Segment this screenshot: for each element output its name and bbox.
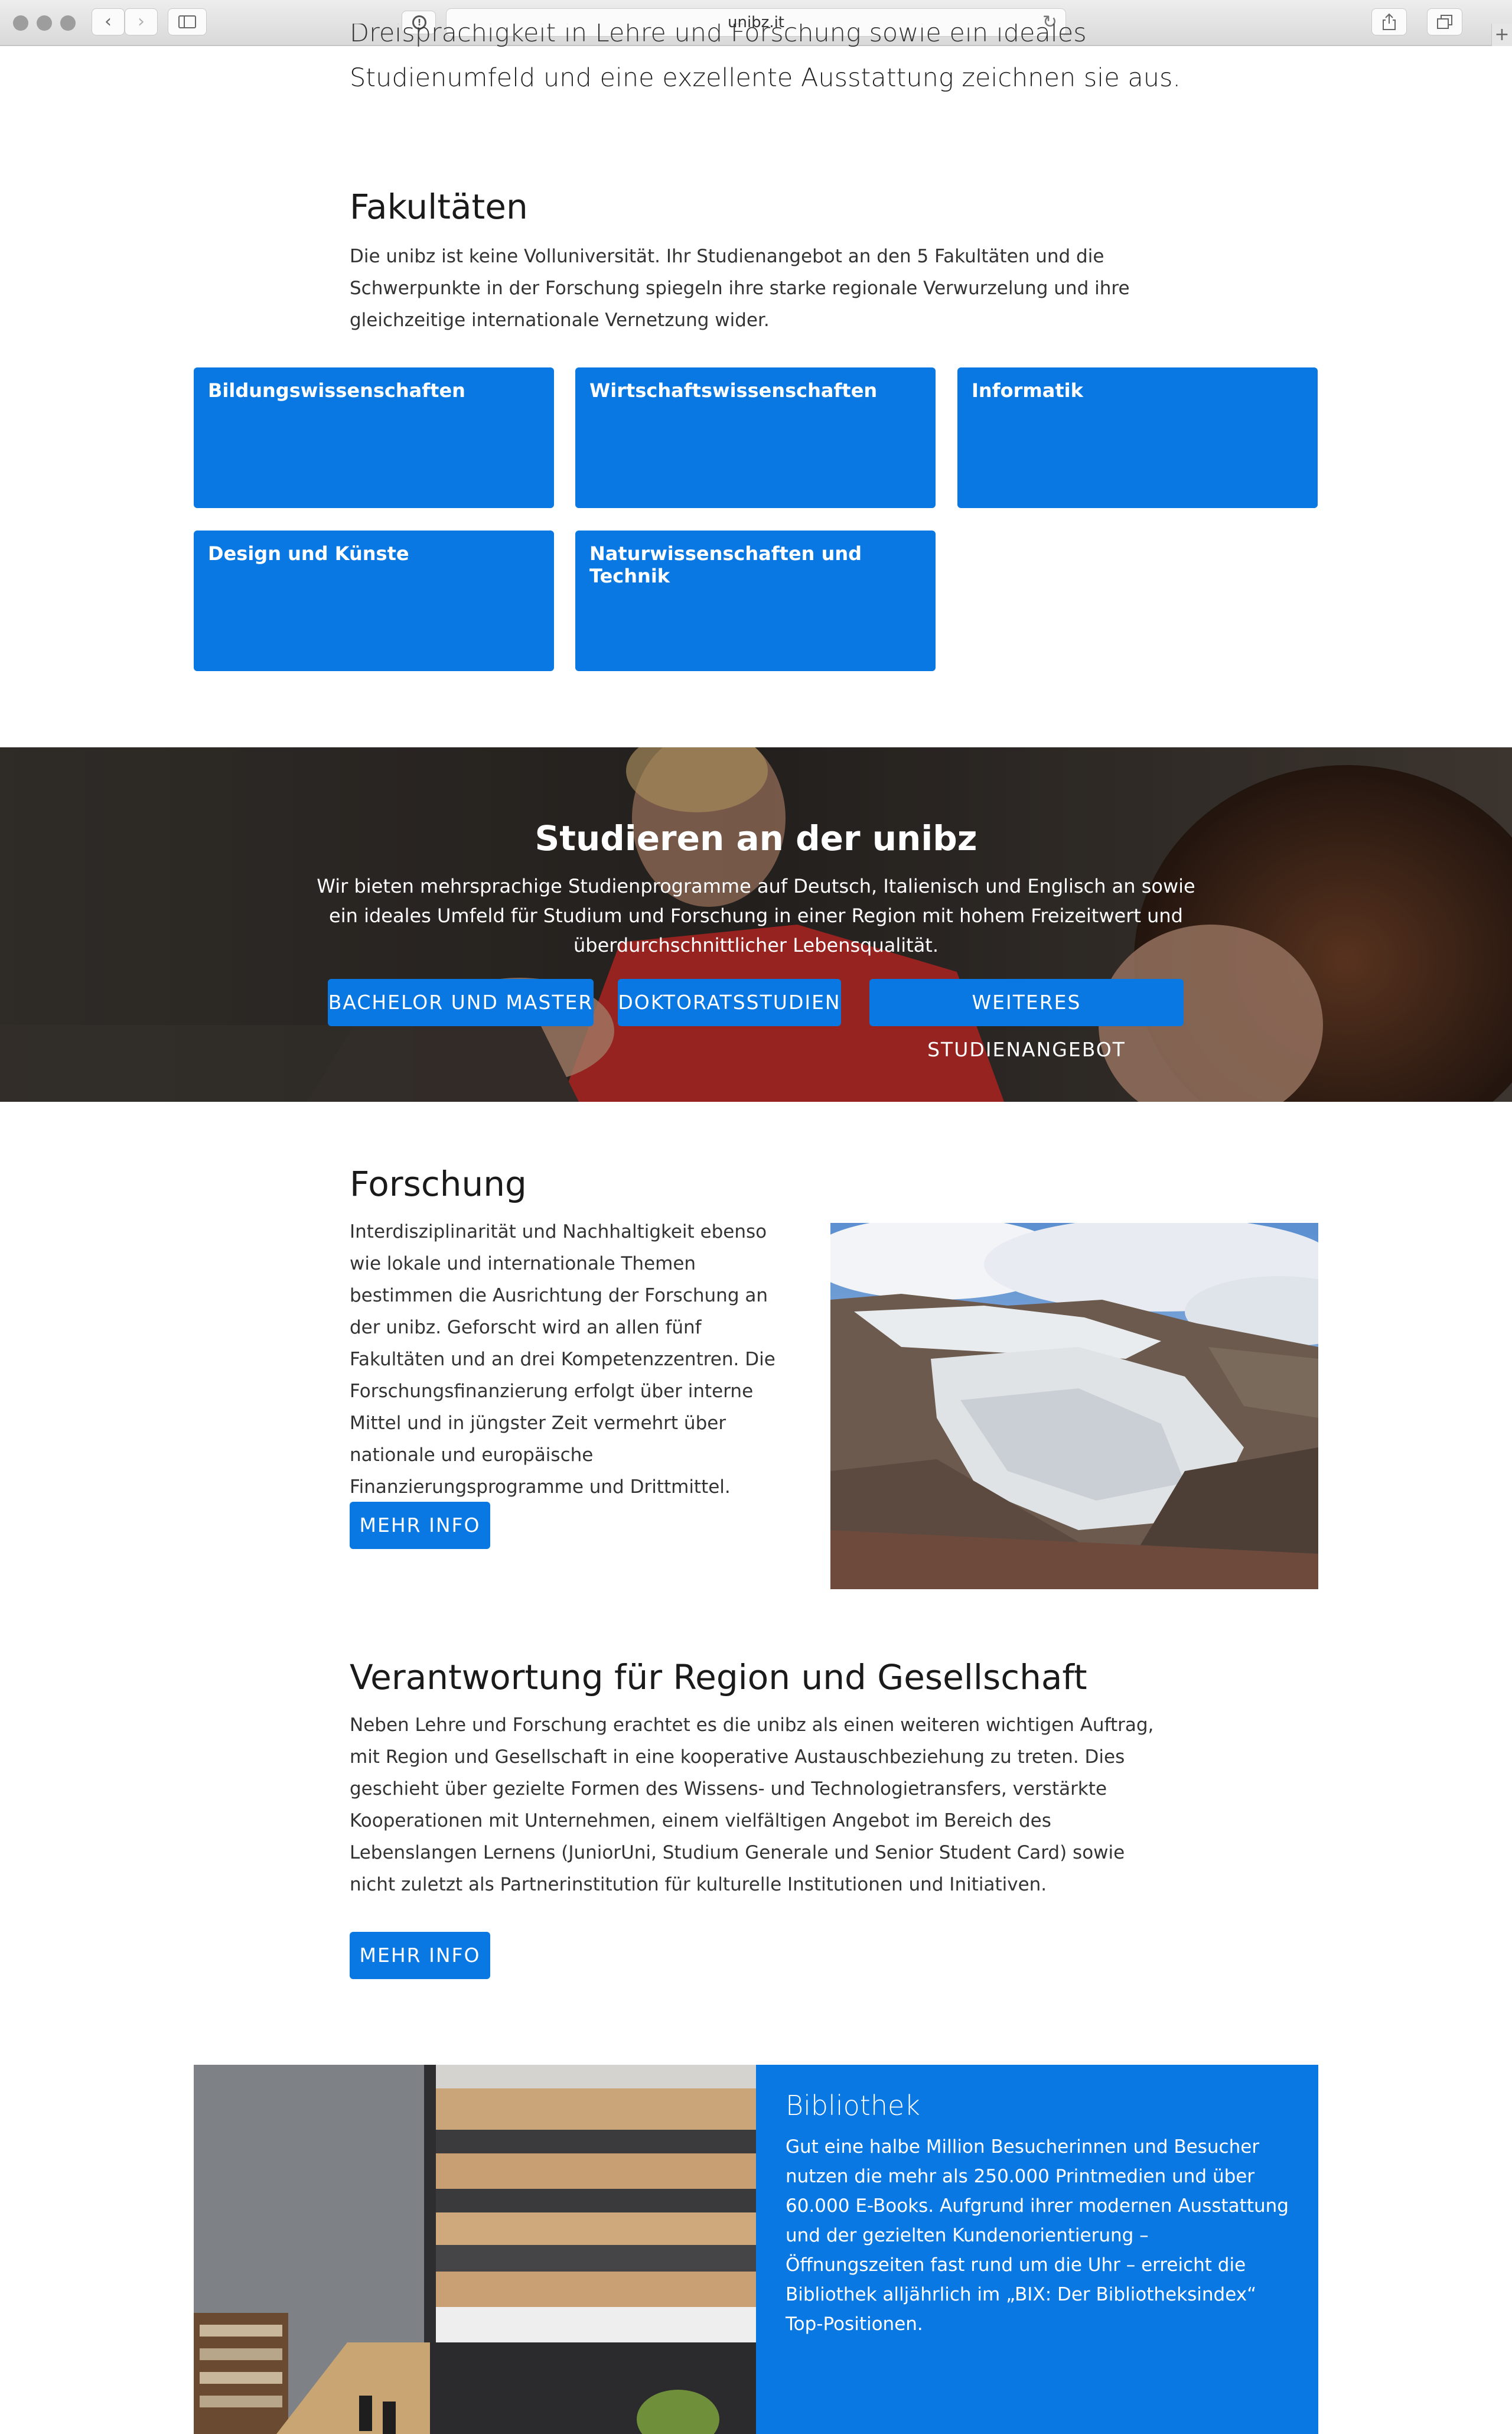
back-button[interactable]: ‹ <box>92 8 125 35</box>
library-info-box: Bibliothek Gut eine halbe Million Besuch… <box>756 2065 1318 2434</box>
study-text: Wir bieten mehrsprachige Studienprogramm… <box>317 875 1195 956</box>
back-arrow-icon: ‹ <box>105 11 112 32</box>
intro-cut-line: Dreisprachigkeit in Lehre und Forschung … <box>350 24 1087 48</box>
study-heading: Studieren an der unibz <box>535 818 977 858</box>
library-photo <box>194 2065 756 2434</box>
minimize-window-button[interactable] <box>37 15 52 31</box>
glacier-image <box>830 1223 1318 1589</box>
faculty-label: Informatik <box>972 379 1083 402</box>
tabs-icon <box>1437 15 1452 29</box>
faculty-tile-design-arts[interactable]: Design und Künste <box>194 531 554 671</box>
bachelor-master-button[interactable]: BACHELOR UND MASTER <box>328 979 594 1026</box>
responsibility-more-info-button[interactable]: MEHR INFO <box>350 1932 490 1979</box>
faculty-label: Bildungswissenschaften <box>208 379 465 402</box>
doctoral-studies-button[interactable]: DOKTORATSSTUDIEN <box>618 979 841 1026</box>
library-image <box>194 2065 756 2434</box>
study-banner: Studieren an der unibz Wir bieten mehrsp… <box>0 747 1512 1102</box>
faculty-label: Naturwissenschaften und Technik <box>589 542 862 587</box>
faculties-text: Die unibz ist keine Volluniversität. Ihr… <box>350 246 1130 331</box>
faculties-heading: Fakultäten <box>350 187 528 227</box>
forward-button[interactable]: › <box>125 8 158 35</box>
forward-arrow-icon: › <box>138 11 145 32</box>
faculty-tile-computer-science[interactable]: Informatik <box>957 367 1318 508</box>
tabs-overview-button[interactable] <box>1427 8 1462 35</box>
share-icon <box>1383 13 1396 30</box>
further-studies-button[interactable]: WEITERES STUDIENANGEBOT <box>869 979 1184 1061</box>
research-heading: Forschung <box>350 1164 527 1204</box>
responsibility-text: Neben Lehre und Forschung erachtet es di… <box>350 1714 1154 1895</box>
faculty-tile-economics[interactable]: Wirtschaftswissenschaften <box>575 367 936 508</box>
faculty-label: Design und Künste <box>208 542 409 565</box>
research-more-info-button[interactable]: MEHR INFO <box>350 1502 490 1549</box>
new-tab-button[interactable]: + <box>1491 24 1512 46</box>
glacier-photo <box>830 1223 1318 1589</box>
intro-last-line: Studienumfeld und eine exzellente Aussta… <box>350 63 1181 93</box>
new-tab-icon: + <box>1494 24 1510 45</box>
faculty-label: Wirtschaftswissenschaften <box>589 379 878 402</box>
faculty-tile-science-technology[interactable]: Naturwissenschaften und Technik <box>575 531 936 671</box>
library-heading: Bibliothek <box>786 2090 920 2121</box>
responsibility-heading: Verantwortung für Region und Gesellschaf… <box>350 1657 1087 1697</box>
research-text: Interdisziplinarität und Nachhaltigkeit … <box>350 1221 775 1498</box>
sidebar-icon <box>178 15 196 28</box>
faculty-tile-education[interactable]: Bildungswissenschaften <box>194 367 554 508</box>
close-window-button[interactable] <box>13 15 28 31</box>
zoom-window-button[interactable] <box>60 15 76 31</box>
library-text: Gut eine halbe Million Besucherinnen und… <box>786 2136 1289 2335</box>
intro-text: Dreisprachigkeit in Lehre und Forschung … <box>350 24 1188 106</box>
sidebar-button[interactable] <box>168 8 207 35</box>
share-button[interactable] <box>1371 8 1407 35</box>
